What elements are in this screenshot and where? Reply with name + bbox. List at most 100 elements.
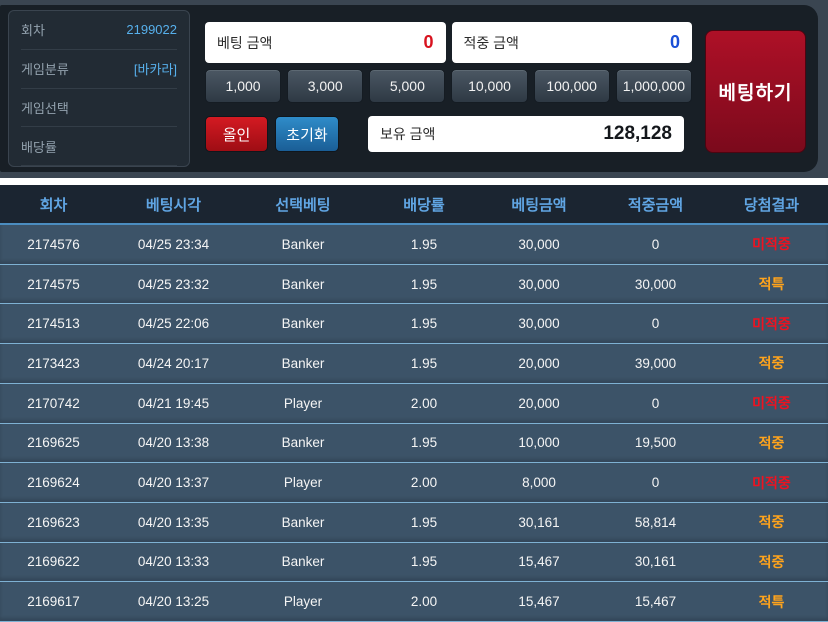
cell-time: 04/20 13:37 (107, 475, 240, 490)
balance-label: 보유 금액 (380, 124, 435, 144)
cell-pick: Banker (240, 277, 366, 292)
cell-pick: Banker (240, 316, 366, 331)
table-row: 216962204/20 13:33Banker1.9515,46730,161… (0, 543, 828, 583)
cell-odds: 2.00 (366, 594, 482, 609)
column-header: 배당률 (366, 194, 482, 215)
cell-win: 0 (596, 237, 715, 252)
cell-odds: 1.95 (366, 356, 482, 371)
result-badge: 적중 (715, 552, 828, 572)
cell-round: 2173423 (0, 356, 107, 371)
cell-odds: 1.95 (366, 554, 482, 569)
table-row: 216962404/20 13:37Player2.008,0000미적중 (0, 463, 828, 503)
chip-button[interactable]: 100,000 (534, 69, 610, 103)
column-header: 선택베팅 (240, 194, 366, 215)
bet-amount-label: 베팅 금액 (217, 33, 272, 53)
column-header: 베팅시각 (107, 194, 240, 215)
column-header: 당첨결과 (715, 194, 828, 215)
chip-row: 1,0003,0005,00010,000100,0001,000,000 (205, 69, 692, 103)
cell-pick: Banker (240, 356, 366, 371)
column-header: 베팅금액 (482, 194, 596, 215)
cell-odds: 1.95 (366, 515, 482, 530)
bet-amount-value: 0 (423, 32, 433, 53)
cell-round: 2169625 (0, 435, 107, 450)
cell-win: 39,000 (596, 356, 715, 371)
cell-odds: 1.95 (366, 277, 482, 292)
cell-bet: 30,000 (482, 277, 596, 292)
game-category-value: [바카라] (134, 59, 177, 78)
cell-win: 30,161 (596, 554, 715, 569)
table-row: 216962304/20 13:35Banker1.9530,16158,814… (0, 503, 828, 543)
cell-bet: 8,000 (482, 475, 596, 490)
win-amount-field[interactable]: 적중 금액 0 (452, 22, 693, 63)
action-row: 올인 초기화 보유 금액 128,128 (205, 116, 692, 152)
cell-time: 04/20 13:38 (107, 435, 240, 450)
cell-bet: 30,000 (482, 237, 596, 252)
result-badge: 적중 (715, 353, 828, 373)
all-in-button[interactable]: 올인 (205, 116, 268, 152)
table-row: 217457604/25 23:34Banker1.9530,0000미적중 (0, 225, 828, 265)
table-row: 217342304/24 20:17Banker1.9520,00039,000… (0, 344, 828, 384)
table-row: 217074204/21 19:45Player2.0020,0000미적중 (0, 384, 828, 424)
cell-round: 2169623 (0, 515, 107, 530)
result-badge: 미적중 (715, 234, 828, 254)
cell-time: 04/24 20:17 (107, 356, 240, 371)
cell-win: 0 (596, 396, 715, 411)
chip-button[interactable]: 1,000,000 (616, 69, 692, 103)
amount-row: 베팅 금액 0 적중 금액 0 (205, 22, 692, 63)
table-row: 217457504/25 23:32Banker1.9530,00030,000… (0, 265, 828, 305)
chip-button[interactable]: 1,000 (205, 69, 281, 103)
result-badge: 적특 (715, 274, 828, 294)
game-info-panel: 회차 2199022 게임분류 [바카라] 게임선택 배당률 (8, 10, 190, 167)
cell-win: 15,467 (596, 594, 715, 609)
cell-win: 30,000 (596, 277, 715, 292)
cell-win: 0 (596, 316, 715, 331)
info-row-odds: 배당률 (21, 127, 177, 166)
round-value: 2199022 (126, 22, 177, 37)
result-badge: 적중 (715, 512, 828, 532)
chip-button[interactable]: 10,000 (451, 69, 527, 103)
cell-odds: 1.95 (366, 237, 482, 252)
betting-controls: 베팅 금액 0 적중 금액 0 1,0003,0005,00010,000100… (205, 22, 692, 152)
result-badge: 미적중 (715, 393, 828, 413)
column-header: 회차 (0, 194, 107, 215)
reset-button[interactable]: 초기화 (275, 116, 339, 152)
win-amount-label: 적중 금액 (464, 33, 519, 53)
cell-odds: 2.00 (366, 396, 482, 411)
balance-field: 보유 금액 128,128 (368, 116, 684, 152)
info-row-game-select: 게임선택 (21, 89, 177, 128)
betting-panel-background: 회차 2199022 게임분류 [바카라] 게임선택 배당률 베팅 금액 0 (0, 5, 818, 172)
cell-time: 04/25 23:32 (107, 277, 240, 292)
result-badge: 미적중 (715, 314, 828, 334)
table-row: 216961704/20 13:25Player2.0015,46715,467… (0, 582, 828, 622)
cell-time: 04/20 13:35 (107, 515, 240, 530)
result-badge: 적중 (715, 433, 828, 453)
cell-win: 58,814 (596, 515, 715, 530)
chip-button[interactable]: 3,000 (287, 69, 363, 103)
table-body: 217457604/25 23:34Banker1.9530,0000미적중21… (0, 225, 828, 622)
cell-win: 0 (596, 475, 715, 490)
cell-round: 2169617 (0, 594, 107, 609)
cell-bet: 10,000 (482, 435, 596, 450)
chip-button[interactable]: 5,000 (369, 69, 445, 103)
cell-odds: 1.95 (366, 435, 482, 450)
section-divider (0, 178, 828, 185)
cell-pick: Player (240, 594, 366, 609)
place-bet-button[interactable]: 베팅하기 (705, 30, 806, 153)
cell-round: 2169622 (0, 554, 107, 569)
cell-bet: 15,467 (482, 594, 596, 609)
cell-pick: Banker (240, 237, 366, 252)
cell-bet: 20,000 (482, 396, 596, 411)
game-select-label: 게임선택 (21, 98, 69, 117)
cell-pick: Player (240, 396, 366, 411)
bet-amount-field[interactable]: 베팅 금액 0 (205, 22, 446, 63)
game-category-label: 게임분류 (21, 59, 69, 78)
info-row-round: 회차 2199022 (21, 11, 177, 50)
cell-time: 04/25 22:06 (107, 316, 240, 331)
cell-bet: 30,161 (482, 515, 596, 530)
column-header: 적중금액 (596, 194, 715, 215)
cell-odds: 1.95 (366, 316, 482, 331)
cell-bet: 15,467 (482, 554, 596, 569)
cell-round: 2174513 (0, 316, 107, 331)
cell-round: 2170742 (0, 396, 107, 411)
cell-round: 2174575 (0, 277, 107, 292)
